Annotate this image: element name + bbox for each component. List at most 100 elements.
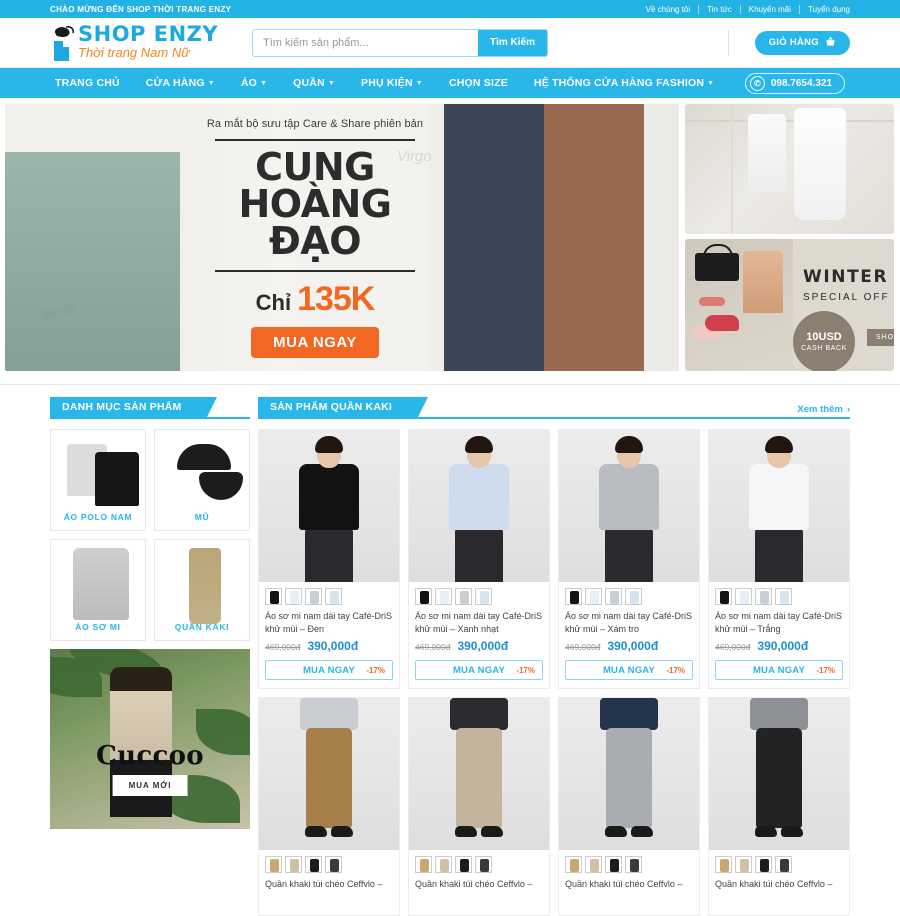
nav-item-chon-size[interactable]: CHỌN SIZE <box>449 77 508 89</box>
swatch-option[interactable] <box>715 588 732 605</box>
site-logo[interactable]: SHOP ENZY Thời trang Nam Nữ <box>50 24 240 62</box>
product-card[interactable]: Áo sơ mi nam dài tay Café-DriS khử mùi –… <box>558 429 700 689</box>
swatch-option[interactable] <box>715 856 732 873</box>
cart-button[interactable]: GIỎ HÀNG <box>754 30 850 55</box>
nav-item-quan[interactable]: QUẦN ▼ <box>293 77 335 89</box>
view-more-link[interactable]: Xem thêm › <box>797 404 850 415</box>
swatch-option[interactable] <box>455 588 472 605</box>
products-section-header: SẢN PHẨM QUẦN KAKI Xem thêm › <box>258 397 850 419</box>
nav-item-trang-chu[interactable]: TRANG CHỦ <box>55 77 120 89</box>
price-current: 390,000đ <box>307 639 359 653</box>
side-banner-shirts[interactable] <box>685 104 894 234</box>
buy-now-label: MUA NGAY <box>752 664 806 676</box>
bucket-hat <box>199 472 243 500</box>
swatch-option[interactable] <box>435 856 452 873</box>
swatch-option[interactable] <box>325 856 342 873</box>
buy-now-button[interactable]: MUA NGAY -17% <box>565 660 693 680</box>
site-header: SHOP ENZY Thời trang Nam Nữ Tìm Kiếm GIỎ… <box>0 18 900 68</box>
nav-label: HỆ THỐNG CỬA HÀNG FASHION <box>533 77 705 89</box>
logo-tagline: Thời trang Nam Nữ <box>78 45 190 60</box>
product-card[interactable]: Quần khaki túi chéo Ceffvlo – <box>708 697 850 916</box>
swatch-option[interactable] <box>285 588 302 605</box>
swatch-option[interactable] <box>265 588 282 605</box>
product-card[interactable]: Áo sơ mi nam dài tay Café-DriS khử mùi –… <box>258 429 400 689</box>
swatch-option[interactable] <box>735 856 752 873</box>
swatch-option[interactable] <box>415 856 432 873</box>
search-input[interactable] <box>253 29 478 56</box>
color-swatches <box>265 856 393 873</box>
hero-main-banner[interactable]: Virgo Pises Ra mắt bộ sưu tập Care & Sha… <box>5 104 679 371</box>
model-shirt <box>449 464 509 530</box>
product-body: Áo sơ mi nam dài tay Café-DriS khử mùi –… <box>409 582 549 688</box>
product-card[interactable]: Áo sơ mi nam dài tay Café-DriS khử mùi –… <box>708 429 850 689</box>
model-shoe-left <box>755 826 777 837</box>
view-more-label: Xem thêm <box>797 404 843 415</box>
product-card[interactable]: Quần khaki túi chéo Ceffvlo – <box>258 697 400 916</box>
swatch-option[interactable] <box>565 588 582 605</box>
search-button[interactable]: Tìm Kiếm <box>477 29 547 56</box>
side-banner-winter-sale[interactable]: WINTER SALE SPECIAL OFF 10USD CASH BACK … <box>685 239 894 371</box>
clothes-pole <box>730 104 733 234</box>
nav-item-ao[interactable]: ÁO ▼ <box>241 77 267 89</box>
swatch-option[interactable] <box>305 856 322 873</box>
category-card-ao-polo-nam[interactable]: ÁO POLO NAM <box>50 429 146 531</box>
hero-title-line3: ĐẠO <box>268 219 362 264</box>
model-top <box>300 698 358 730</box>
shop-now-button[interactable]: SHOP NOW <box>867 329 894 346</box>
product-card[interactable]: Quần khaki túi chéo Ceffvlo – <box>558 697 700 916</box>
category-card-quan-kaki[interactable]: QUẦN KAKI <box>154 539 250 641</box>
swatch-option[interactable] <box>585 588 602 605</box>
top-link-promotion[interactable]: Khuyến mãi <box>741 4 801 14</box>
top-announcement-bar: CHÀO MỪNG ĐẾN SHOP THỜI TRANG ENZY Về ch… <box>0 0 900 18</box>
top-link-news[interactable]: Tin tức <box>699 4 741 14</box>
category-card-ao-so-mi[interactable]: ÁO SƠ MI <box>50 539 146 641</box>
buy-now-button[interactable]: MUA NGAY -17% <box>715 660 843 680</box>
product-body: Áo sơ mi nam dài tay Café-DriS khử mùi –… <box>559 582 699 688</box>
product-price: 469,000đ 390,000đ <box>415 639 543 653</box>
sunglasses-icon <box>699 297 725 306</box>
buy-now-button[interactable]: MUA NGAY -17% <box>415 660 543 680</box>
hero-model-right <box>429 104 679 371</box>
hero-cta-button[interactable]: MUA NGAY <box>251 326 379 358</box>
nav-item-phu-kien[interactable]: PHỤ KIỆN ▼ <box>361 77 423 89</box>
category-card-mu[interactable]: MŨ <box>154 429 250 531</box>
swatch-option[interactable] <box>455 856 472 873</box>
swatch-option[interactable] <box>565 856 582 873</box>
nav-item-cua-hang[interactable]: CỬA HÀNG ▼ <box>146 77 215 89</box>
top-link-careers[interactable]: Tuyển dụng <box>800 5 850 14</box>
sidebar-promo-banner[interactable]: Cuccoo MUA MỚI <box>50 649 250 829</box>
product-card[interactable]: Quần khaki túi chéo Ceffvlo – <box>408 697 550 916</box>
swatch-option[interactable] <box>625 856 642 873</box>
swatch-option[interactable] <box>775 588 792 605</box>
nav-item-he-thong-cua-hang[interactable]: HỆ THỐNG CỬA HÀNG FASHION ▼ <box>534 77 714 89</box>
swatch-option[interactable] <box>775 856 792 873</box>
swatch-option[interactable] <box>625 588 642 605</box>
swatch-option[interactable] <box>475 588 492 605</box>
swatch-option[interactable] <box>265 856 282 873</box>
swatch-option[interactable] <box>755 856 772 873</box>
swatch-option[interactable] <box>755 588 772 605</box>
chevron-down-icon: ▼ <box>260 79 268 87</box>
swatch-option[interactable] <box>305 588 322 605</box>
nav-label: ÁO <box>240 77 258 89</box>
basket-icon <box>825 36 836 50</box>
chevron-right-icon: › <box>846 404 850 415</box>
hotline-phone[interactable]: ✆ 098.7654.321 <box>744 72 845 94</box>
swatch-option[interactable] <box>285 856 302 873</box>
swatch-option[interactable] <box>605 856 622 873</box>
product-card[interactable]: Áo sơ mi nam dài tay Café-DriS khử mùi –… <box>408 429 550 689</box>
category-label: ÁO POLO NAM <box>63 512 133 522</box>
swatch-option[interactable] <box>475 856 492 873</box>
buy-now-button[interactable]: MUA NGAY -17% <box>265 660 393 680</box>
swatch-option[interactable] <box>415 588 432 605</box>
phone-number: 098.7654.321 <box>770 77 832 89</box>
swatch-option[interactable] <box>605 588 622 605</box>
swatch-option[interactable] <box>585 856 602 873</box>
swatch-option[interactable] <box>735 588 752 605</box>
search-bar: Tìm Kiếm <box>252 28 548 57</box>
top-link-about[interactable]: Về chúng tôi <box>638 4 700 14</box>
discount-badge: -17% <box>666 665 685 675</box>
swatch-option[interactable] <box>325 588 342 605</box>
swatch-option[interactable] <box>435 588 452 605</box>
promo-button[interactable]: MUA MỚI <box>112 775 188 796</box>
